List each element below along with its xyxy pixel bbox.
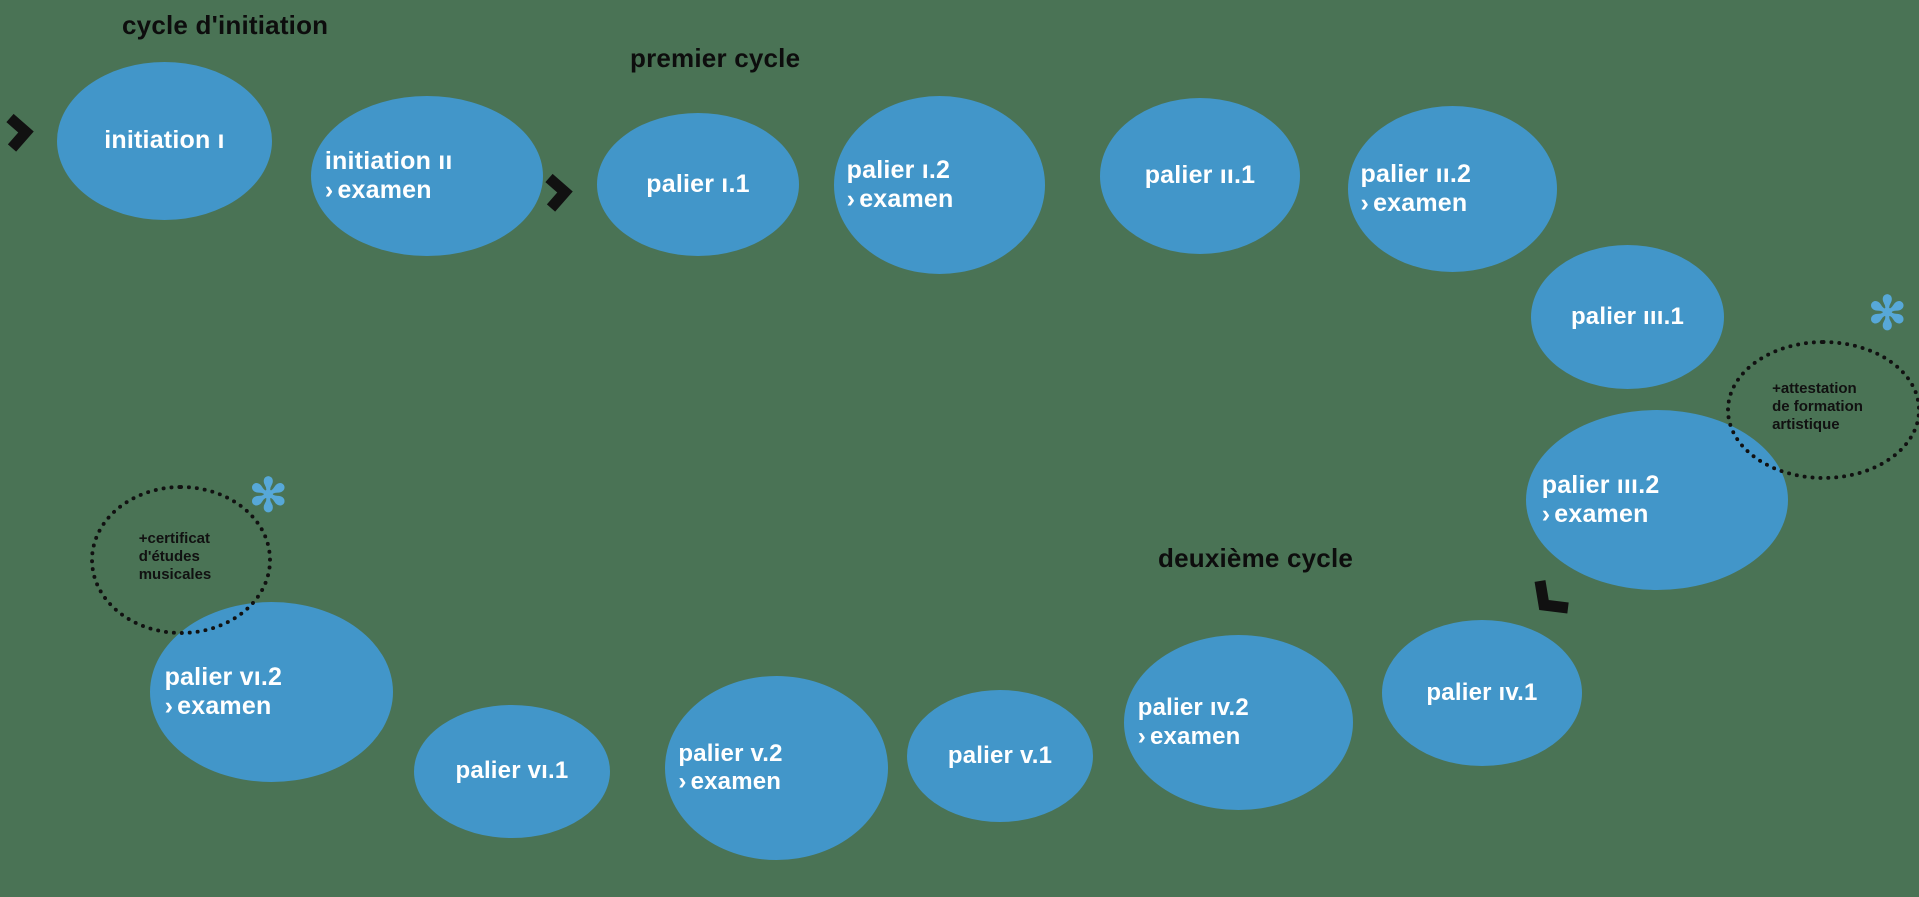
node-palier-vi-1-text: palier vı.1 <box>414 757 610 785</box>
node-palier-vi-1-label: palier vı.1 <box>455 757 569 785</box>
exam-label: examen <box>1373 189 1468 217</box>
exam-label: examen <box>690 768 782 795</box>
node-palier-v-2-exam: › examen <box>678 768 874 796</box>
node-palier-iii-1-text: palier ııı.1 <box>1531 303 1724 331</box>
node-palier-ii-2-label: palier ıı.2 <box>1360 159 1472 188</box>
node-palier-vi-2-label: palier vı.2 <box>164 662 283 691</box>
node-palier-v-2[interactable]: palier v.2 › examen <box>665 676 888 860</box>
exam-chevron-icon: › <box>324 176 334 204</box>
exam-chevron-icon: › <box>678 768 687 795</box>
connector-premier-to-deuxieme-chevron <box>1528 575 1576 619</box>
annotation-attestation-text: +attestation de formation artistique <box>1772 379 1863 434</box>
node-palier-vi-1[interactable]: palier vı.1 <box>414 705 610 838</box>
node-palier-v-1-label: palier v.1 <box>947 741 1053 769</box>
exam-label: examen <box>1554 500 1649 528</box>
asterisk-icon-attestation: ✻ <box>1868 287 1907 339</box>
node-palier-iii-1[interactable]: palier ııı.1 <box>1531 245 1724 389</box>
node-palier-ii-2-text: palier ıı.2 › examen <box>1348 160 1557 219</box>
node-palier-i-2-exam: › examen <box>847 185 1033 215</box>
exam-chevron-icon: › <box>1360 189 1370 217</box>
node-palier-ii-1[interactable]: palier ıı.1 <box>1100 98 1300 254</box>
node-palier-i-1[interactable]: palier ı.1 <box>597 113 799 256</box>
node-initiation-1-label: initiation ı <box>104 126 225 155</box>
node-palier-iv-2-label: palier ıv.2 <box>1137 694 1249 722</box>
node-initiation-2[interactable]: initiation ıı › examen <box>311 96 543 256</box>
annotation-attestation: +attestation de formation artistique <box>1726 340 1919 480</box>
node-palier-iv-2[interactable]: palier ıv.2 › examen <box>1124 635 1353 810</box>
exam-chevron-icon: › <box>1541 500 1551 528</box>
exam-label: examen <box>859 185 954 213</box>
node-palier-iv-1[interactable]: palier ıv.1 <box>1382 620 1582 766</box>
node-initiation-1-text: initiation ı <box>57 126 272 156</box>
node-palier-v-1[interactable]: palier v.1 <box>907 690 1093 822</box>
cycle-title-initiation: cycle d'initiation <box>122 10 329 40</box>
node-palier-iv-1-label: palier ıv.1 <box>1426 678 1538 706</box>
annotation-certificat-text: +certificat d'études musicales <box>138 529 212 584</box>
node-palier-i-2-label: palier ı.2 <box>846 155 951 184</box>
connector-start-chevron <box>2 108 36 154</box>
node-initiation-2-label: initiation ıı <box>324 146 453 175</box>
node-palier-iii-2-label: palier ııı.2 <box>1541 470 1660 499</box>
node-palier-v-2-label: palier v.2 <box>678 739 783 767</box>
node-palier-i-2[interactable]: palier ı.2 › examen <box>834 96 1045 274</box>
node-palier-iii-2-text: palier ııı.2 › examen <box>1526 471 1788 530</box>
node-palier-iii-1-label: palier ııı.1 <box>1570 302 1685 330</box>
exam-chevron-icon: › <box>846 185 856 213</box>
node-palier-i-1-text: palier ı.1 <box>597 170 799 200</box>
node-palier-ii-2[interactable]: palier ıı.2 › examen <box>1348 106 1557 272</box>
exam-label: examen <box>1149 722 1241 750</box>
cycle-title-premier: premier cycle <box>630 43 801 73</box>
node-palier-v-2-text: palier v.2 › examen <box>665 740 888 797</box>
node-palier-ii-2-exam: › examen <box>1361 189 1545 219</box>
connector-initiation-to-premier-chevron <box>541 168 575 214</box>
exam-label: examen <box>177 692 272 720</box>
node-palier-ii-1-text: palier ıı.1 <box>1100 161 1300 191</box>
diagram-canvas: cycle d'initiation premier cycle deuxièm… <box>0 0 1919 897</box>
node-palier-iii-2-exam: › examen <box>1542 500 1773 530</box>
node-initiation-2-exam: › examen <box>325 176 529 206</box>
asterisk-icon-certificat: ✻ <box>249 469 288 521</box>
node-palier-vi-2-text: palier vı.2 › examen <box>150 663 393 722</box>
node-palier-v-1-text: palier v.1 <box>907 742 1093 770</box>
node-palier-i-2-text: palier ı.2 › examen <box>834 156 1045 215</box>
node-palier-iv-1-text: palier ıv.1 <box>1382 679 1582 707</box>
annotation-certificat: +certificat d'études musicales <box>90 485 272 635</box>
node-palier-iv-2-text: palier ıv.2 › examen <box>1124 694 1353 751</box>
node-palier-iv-2-exam: › examen <box>1138 723 1340 751</box>
exam-chevron-icon: › <box>164 692 174 720</box>
node-palier-ii-1-label: palier ıı.1 <box>1144 161 1256 190</box>
cycle-title-deuxieme: deuxième cycle <box>1158 543 1354 573</box>
node-initiation-1[interactable]: initiation ı <box>57 62 272 220</box>
node-palier-vi-2-exam: › examen <box>165 692 379 722</box>
node-palier-i-1-label: palier ı.1 <box>646 169 750 198</box>
exam-label: examen <box>337 176 432 204</box>
node-initiation-2-text: initiation ıı › examen <box>311 147 543 206</box>
exam-chevron-icon: › <box>1137 722 1146 750</box>
